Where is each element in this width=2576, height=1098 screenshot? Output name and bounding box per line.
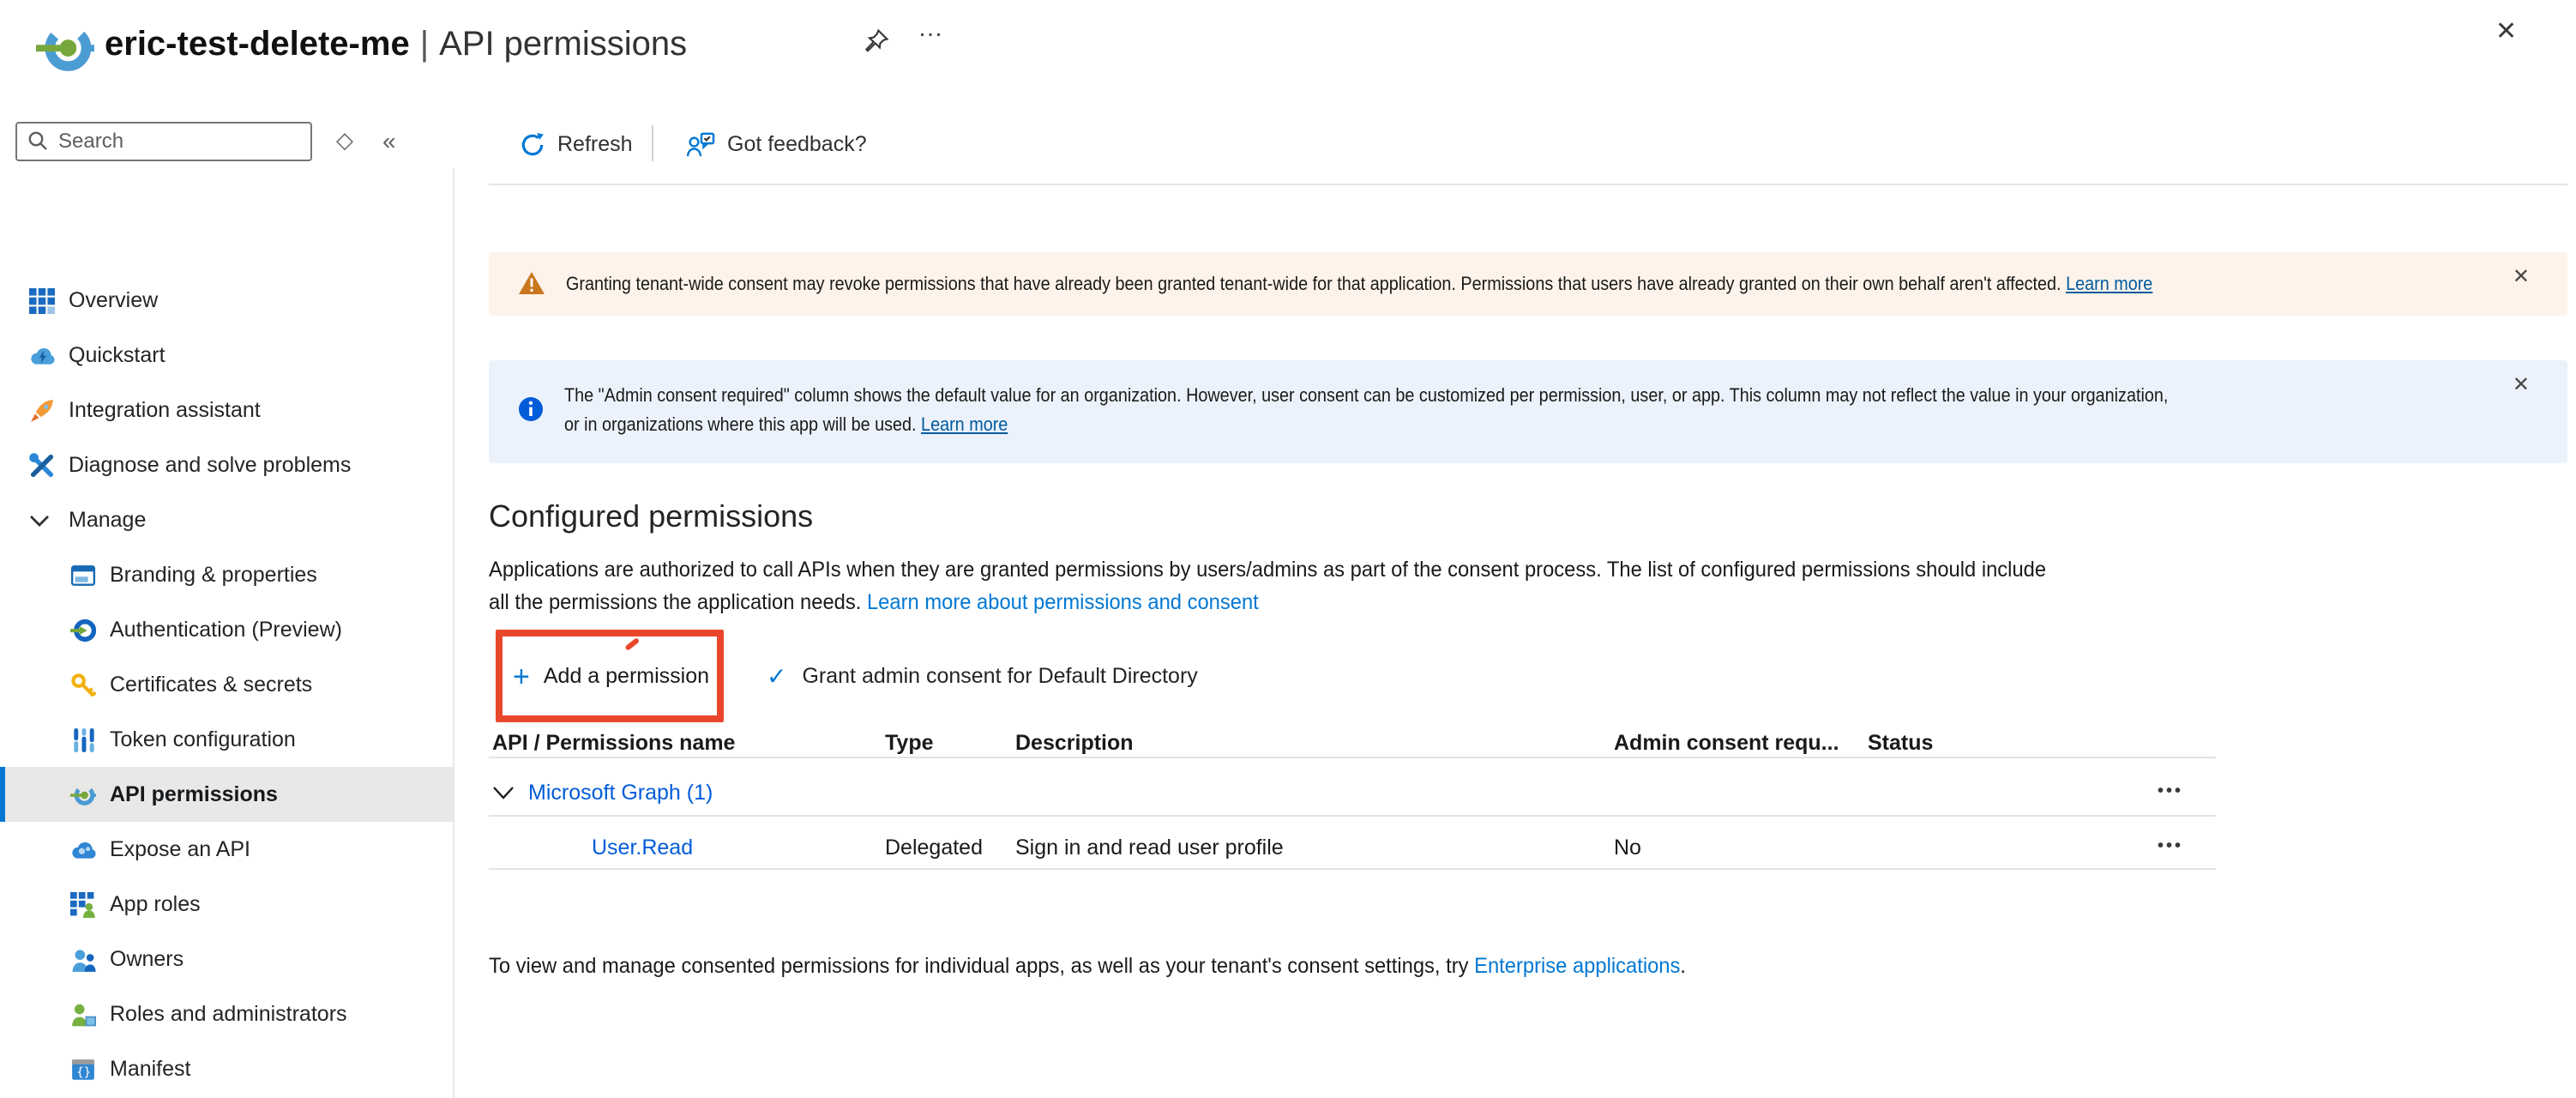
sidebar-item-quickstart[interactable]: Quickstart	[0, 328, 454, 383]
col-header-admin-consent: Admin consent requ...	[1614, 731, 1839, 755]
group-row-microsoft-graph-link[interactable]: Microsoft Graph (1)	[528, 781, 713, 805]
table-rule	[489, 757, 2216, 758]
permission-user-read-link[interactable]: User.Read	[592, 836, 693, 860]
collapse-menu-icon[interactable]: «	[382, 127, 396, 154]
toolbar-rule	[489, 184, 2567, 185]
blade-name: API permissions	[439, 26, 687, 63]
permission-description-cell: Sign in and read user profile	[1015, 836, 1284, 860]
manifest-icon: {}	[70, 1056, 96, 1082]
grant-admin-consent-button[interactable]: ✓ Grant admin consent for Default Direct…	[767, 657, 1198, 695]
app-roles-icon	[70, 891, 96, 917]
info-icon	[518, 396, 544, 431]
expose-api-icon	[70, 836, 96, 862]
more-actions-icon[interactable]: …	[918, 14, 945, 43]
feedback-button[interactable]: Got feedback?	[686, 127, 867, 161]
group-chevron-down-icon[interactable]	[492, 784, 515, 801]
search-box[interactable]	[15, 121, 312, 160]
pin-icon[interactable]	[863, 27, 890, 55]
info-close-icon[interactable]: ✕	[2513, 372, 2530, 396]
token-configuration-icon	[70, 727, 96, 752]
integration-assistant-icon	[29, 397, 55, 423]
plus-icon: +	[513, 661, 530, 691]
warning-close-icon[interactable]: ✕	[2513, 264, 2530, 288]
sidebar-item-authentication[interactable]: Authentication (Preview)	[0, 602, 454, 657]
sidebar-item-expose-api[interactable]: Expose an API	[0, 822, 454, 877]
col-header-status: Status	[1868, 731, 1933, 755]
info-banner: The "Admin consent required" column show…	[489, 360, 2567, 463]
sidebar-item-manifest[interactable]: {} Manifest	[0, 1041, 454, 1096]
annotation-tick	[624, 637, 639, 650]
sidebar-item-branding[interactable]: Branding & properties	[0, 547, 454, 602]
footer-note: To view and manage consented permissions…	[489, 954, 1686, 978]
check-icon: ✓	[767, 661, 786, 691]
sidebar: ◇ « Overview	[0, 93, 454, 1098]
refresh-icon	[520, 131, 545, 157]
app-name: eric-test-delete-me	[105, 26, 410, 63]
blade-close-icon[interactable]: ✕	[2495, 15, 2517, 46]
add-permission-label: Add a permission	[544, 664, 709, 688]
quickstart-icon	[29, 342, 55, 368]
sidebar-item-api-permissions[interactable]: API permissions	[0, 767, 454, 822]
menu-sort-icon[interactable]: ◇	[336, 127, 353, 154]
warning-icon	[518, 271, 545, 304]
sidebar-item-integration-assistant[interactable]: Integration assistant	[0, 383, 454, 437]
chevron-down-icon	[29, 512, 50, 528]
permission-admin-consent-cell: No	[1614, 836, 1641, 860]
search-icon	[27, 130, 48, 151]
table-rule	[489, 868, 2216, 870]
title-separator: |	[410, 26, 439, 63]
sidebar-item-roles-admins[interactable]: Roles and administrators	[0, 986, 454, 1041]
sidebar-item-app-roles[interactable]: App roles	[0, 877, 454, 932]
warning-learn-more-link[interactable]: Learn more	[2066, 274, 2152, 295]
certificates-icon	[70, 672, 96, 697]
sidebar-nav: Overview Quickstart	[0, 273, 454, 1098]
configured-permissions-heading: Configured permissions	[489, 499, 813, 535]
permissions-description: Applications are authorized to call APIs…	[489, 554, 2046, 619]
owners-icon	[70, 946, 96, 972]
warning-banner: Granting tenant-wide consent may revoke …	[489, 252, 2567, 316]
permission-row-actions-icon[interactable]: •••	[2158, 837, 2183, 856]
enterprise-applications-link[interactable]: Enterprise applications	[1474, 954, 1680, 978]
add-permission-button[interactable]: + Add a permission	[513, 657, 709, 695]
search-input[interactable]	[55, 127, 285, 154]
group-row-actions-icon[interactable]: •••	[2158, 782, 2183, 801]
sidebar-item-diagnose[interactable]: Diagnose and solve problems	[0, 437, 454, 492]
refresh-label: Refresh	[557, 132, 633, 156]
warning-text: Granting tenant-wide consent may revoke …	[566, 271, 2152, 300]
diagnose-icon	[29, 452, 55, 478]
table-rule	[489, 815, 2216, 817]
overview-icon	[29, 287, 55, 313]
api-permissions-app-icon	[36, 19, 94, 77]
svg-text:{}: {}	[76, 1065, 91, 1079]
sidebar-item-certificates[interactable]: Certificates & secrets	[0, 657, 454, 712]
feedback-icon	[686, 131, 715, 157]
api-permissions-icon	[70, 781, 96, 807]
sidebar-item-token-configuration[interactable]: Token configuration	[0, 712, 454, 767]
sidebar-group-manage[interactable]: Manage	[0, 492, 454, 547]
toolbar-divider	[652, 125, 653, 161]
sidebar-search-row: ◇ «	[0, 120, 454, 161]
authentication-icon	[70, 617, 96, 643]
permissions-consent-link[interactable]: Learn more about permissions and consent	[867, 590, 1259, 614]
page-title: eric-test-delete-me|API permissions	[105, 26, 687, 65]
permission-type-cell: Delegated	[885, 836, 983, 860]
col-header-description: Description	[1015, 731, 1134, 755]
feedback-label: Got feedback?	[727, 132, 867, 156]
branding-icon	[70, 562, 96, 588]
sidebar-item-owners[interactable]: Owners	[0, 932, 454, 986]
grant-admin-consent-label: Grant admin consent for Default Director…	[802, 664, 1197, 688]
col-header-api-permissions-name: API / Permissions name	[492, 731, 735, 755]
info-learn-more-link[interactable]: Learn more	[921, 415, 1008, 436]
roles-admins-icon	[70, 1001, 96, 1027]
api-permissions-blade: eric-test-delete-me|API permissions … ✕ …	[0, 0, 2576, 1098]
sidebar-item-overview[interactable]: Overview	[0, 273, 454, 328]
col-header-type: Type	[885, 731, 934, 755]
info-text: The "Admin consent required" column show…	[564, 383, 2168, 441]
refresh-button[interactable]: Refresh	[520, 127, 633, 161]
